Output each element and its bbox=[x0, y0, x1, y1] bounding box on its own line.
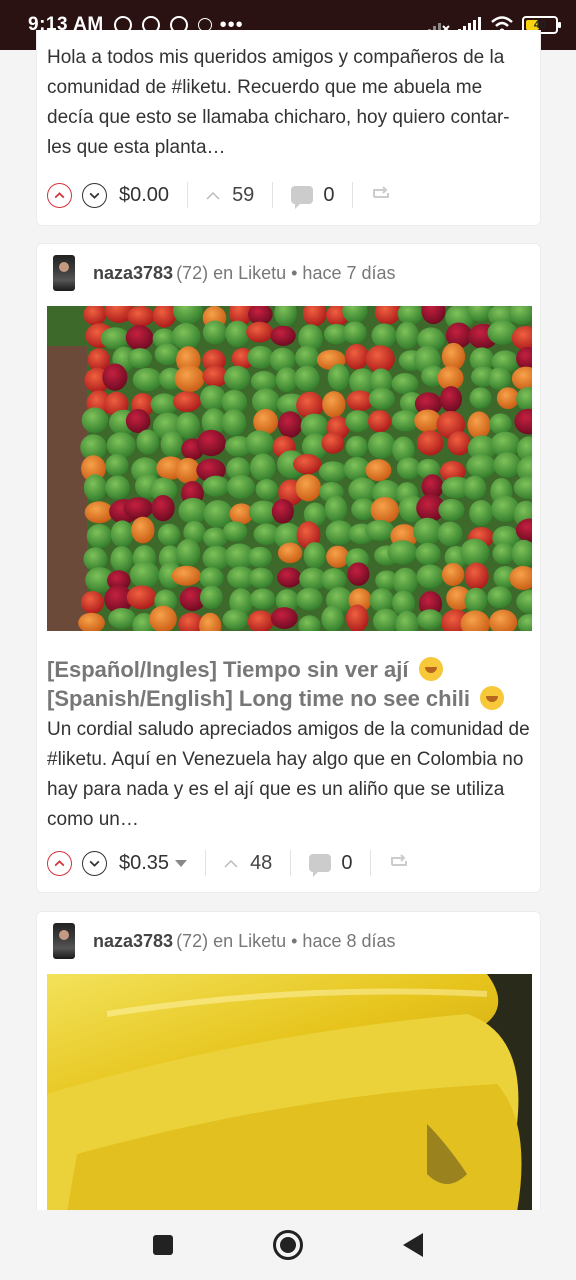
votes-chevron-icon bbox=[224, 859, 238, 868]
post-title-line1: [Español/Ingles] Tiempo sin ver ají bbox=[47, 657, 409, 682]
recent-apps-button[interactable] bbox=[153, 1235, 173, 1255]
post-title-line2: [Spanish/English] Long time no see chili bbox=[47, 686, 470, 711]
post-meta: naza3783 (72) en Liketu • hace 8 días bbox=[37, 912, 540, 970]
divider bbox=[205, 850, 207, 876]
post-meta: naza3783 (72) en Liketu • hace 7 días bbox=[37, 244, 540, 302]
comment-icon bbox=[291, 186, 314, 209]
author-name[interactable]: naza3783 bbox=[93, 931, 173, 952]
avatar[interactable] bbox=[53, 255, 75, 291]
vote-count-value: 48 bbox=[250, 851, 273, 874]
divider bbox=[370, 850, 372, 876]
reblog-icon bbox=[391, 854, 408, 866]
chevron-down-icon bbox=[89, 860, 100, 867]
post-card[interactable]: naza3783 (72) en Liketu • hace 7 días [E… bbox=[36, 243, 541, 893]
divider bbox=[352, 182, 354, 208]
reblog-button[interactable] bbox=[371, 183, 391, 207]
comment-count: 0 bbox=[323, 183, 335, 206]
system-nav-bar bbox=[0, 1210, 576, 1280]
post-community-time[interactable]: en Liketu • hace 7 días bbox=[213, 263, 395, 284]
author-name[interactable]: naza3783 bbox=[93, 263, 173, 284]
caret-down-icon[interactable] bbox=[175, 859, 188, 867]
face-emoji-icon bbox=[418, 657, 443, 681]
divider bbox=[187, 182, 189, 208]
post-image-chili-peppers[interactable] bbox=[47, 306, 532, 631]
reblog-icon bbox=[373, 186, 390, 198]
chevron-down-icon bbox=[89, 192, 100, 199]
post-excerpt[interactable]: Un cordial saludo apreciados amigos de l… bbox=[37, 715, 540, 835]
post-actions: $0.35 48 0 bbox=[37, 841, 540, 885]
reblog-button[interactable] bbox=[389, 851, 409, 875]
divider bbox=[272, 182, 274, 208]
comments-button[interactable]: 0 bbox=[291, 183, 335, 209]
upvote-button[interactable] bbox=[47, 182, 72, 208]
downvote-button[interactable] bbox=[82, 850, 107, 876]
divider bbox=[290, 850, 292, 876]
upvote-button[interactable] bbox=[47, 850, 72, 876]
payout-value[interactable]: $0.35 bbox=[119, 851, 188, 875]
home-button[interactable] bbox=[273, 1230, 303, 1260]
avatar[interactable] bbox=[53, 923, 75, 959]
votes-chevron-icon bbox=[206, 191, 220, 200]
chevron-up-icon bbox=[54, 859, 65, 866]
post-card[interactable]: naza3783 (72) en Liketu • hace 8 días bbox=[36, 911, 541, 1231]
comment-count: 0 bbox=[341, 851, 353, 874]
comment-icon bbox=[309, 854, 332, 877]
post-title[interactable]: [Español/Ingles] Tiempo sin ver ají [Spa… bbox=[37, 655, 540, 713]
author-reputation: (72) bbox=[176, 262, 209, 283]
post-excerpt[interactable]: Hola a todos mis queridos amigos y compa… bbox=[37, 43, 540, 163]
face-emoji-icon bbox=[480, 686, 505, 710]
payout-value[interactable]: $0.00 bbox=[119, 184, 169, 207]
post-image-food[interactable] bbox=[47, 974, 532, 1212]
vote-count-value: 59 bbox=[232, 183, 255, 206]
payout-amount: $0.35 bbox=[119, 851, 170, 874]
post-actions: $0.00 59 0 bbox=[37, 173, 540, 217]
vote-count[interactable]: 59 bbox=[206, 184, 254, 207]
back-button[interactable] bbox=[403, 1233, 423, 1257]
author-reputation: (72) bbox=[176, 930, 209, 951]
downvote-button[interactable] bbox=[82, 182, 107, 208]
vote-count[interactable]: 48 bbox=[224, 852, 272, 875]
post-community-time[interactable]: en Liketu • hace 8 días bbox=[213, 931, 395, 952]
comments-button[interactable]: 0 bbox=[309, 851, 353, 877]
post-card[interactable]: Hola a todos mis queridos amigos y compa… bbox=[36, 30, 541, 226]
chevron-up-icon bbox=[54, 191, 65, 198]
